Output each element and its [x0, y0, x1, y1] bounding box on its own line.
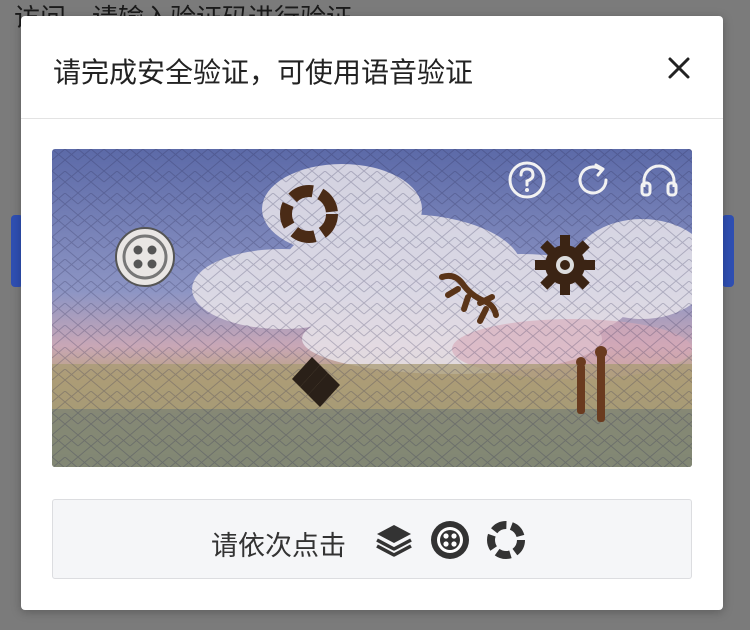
hint-ring: [485, 519, 527, 561]
refresh-button[interactable]: [572, 159, 614, 201]
hint-button: [429, 519, 471, 561]
instruction-bar: 请依次点击: [52, 499, 692, 579]
target-gear[interactable]: [531, 231, 599, 299]
button-icon: [431, 521, 469, 559]
target-layers[interactable]: [284, 349, 350, 415]
audio-button[interactable]: [638, 159, 680, 201]
captcha-image[interactable]: [52, 149, 692, 467]
captcha-dialog: 请完成安全验证，可使用语音验证 请依次点击: [21, 16, 723, 610]
gear-icon: [535, 235, 595, 295]
target-ring[interactable]: [276, 181, 342, 247]
headphones-icon: [640, 164, 678, 197]
target-lizard[interactable]: [434, 269, 504, 339]
hint-layers: [373, 519, 415, 561]
button-icon: [115, 227, 175, 287]
background-button-right: [722, 215, 734, 287]
dialog-title: 请完成安全验证，可使用语音验证: [53, 56, 474, 89]
dialog-header: 请完成安全验证，可使用语音验证: [21, 16, 723, 119]
close-icon: [668, 57, 690, 79]
lizard-icon: [439, 272, 499, 324]
target-button[interactable]: [112, 224, 178, 290]
help-icon: [508, 161, 546, 199]
close-button[interactable]: [661, 50, 697, 86]
layers-icon: [376, 525, 412, 557]
refresh-icon: [578, 163, 608, 195]
ring-icon: [487, 521, 525, 559]
instruction-text: 请依次点击: [211, 531, 346, 562]
help-button[interactable]: [506, 159, 548, 201]
ring-icon: [280, 185, 338, 243]
layers-icon: [292, 357, 340, 407]
